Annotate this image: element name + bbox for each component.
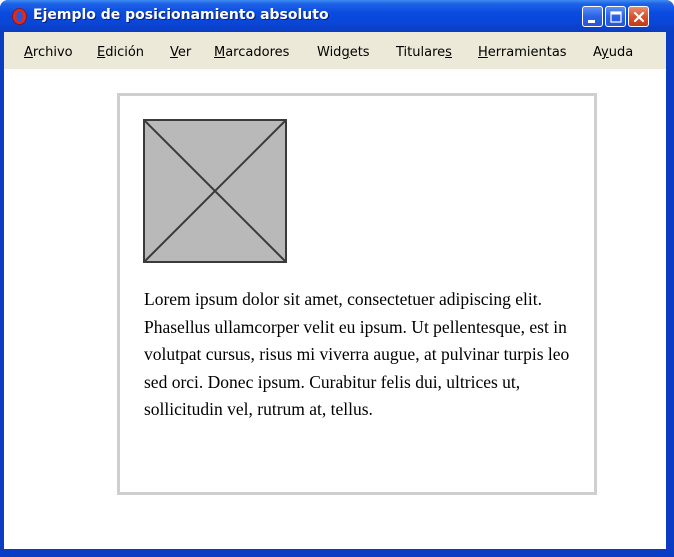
close-button[interactable]: [628, 6, 649, 27]
opera-icon[interactable]: [12, 8, 27, 25]
minimize-icon: [588, 20, 595, 23]
menu-ayuda[interactable]: Ayuda: [593, 45, 633, 60]
minimize-button[interactable]: [582, 6, 603, 27]
image-placeholder-icon: [143, 119, 287, 263]
browser-client-area: Archivo Edición Ver Marcadores Widgets T…: [4, 32, 666, 549]
browser-window: Ejemplo de posicionamiento absoluto Arch…: [0, 0, 674, 557]
lorem-paragraph: Lorem ipsum dolor sit amet, consectetuer…: [144, 289, 570, 419]
title-bar[interactable]: Ejemplo de posicionamiento absoluto: [0, 0, 674, 32]
menu-bar: Archivo Edición Ver Marcadores Widgets T…: [4, 32, 666, 69]
menu-herramientas[interactable]: Herramientas: [478, 45, 567, 60]
close-icon: [633, 11, 645, 23]
menu-edicion[interactable]: Edición: [97, 45, 144, 60]
menu-ver[interactable]: Ver: [170, 45, 191, 60]
content-box: Lorem ipsum dolor sit amet, consectetuer…: [117, 93, 597, 495]
menu-widgets[interactable]: Widgets: [317, 45, 370, 60]
menu-archivo[interactable]: Archivo: [24, 45, 73, 60]
menu-titulares[interactable]: Titulares: [396, 45, 452, 60]
maximize-button[interactable]: [605, 6, 626, 27]
menu-marcadores[interactable]: Marcadores: [214, 45, 289, 60]
maximize-icon: [610, 11, 622, 23]
window-title: Ejemplo de posicionamiento absoluto: [33, 7, 329, 23]
